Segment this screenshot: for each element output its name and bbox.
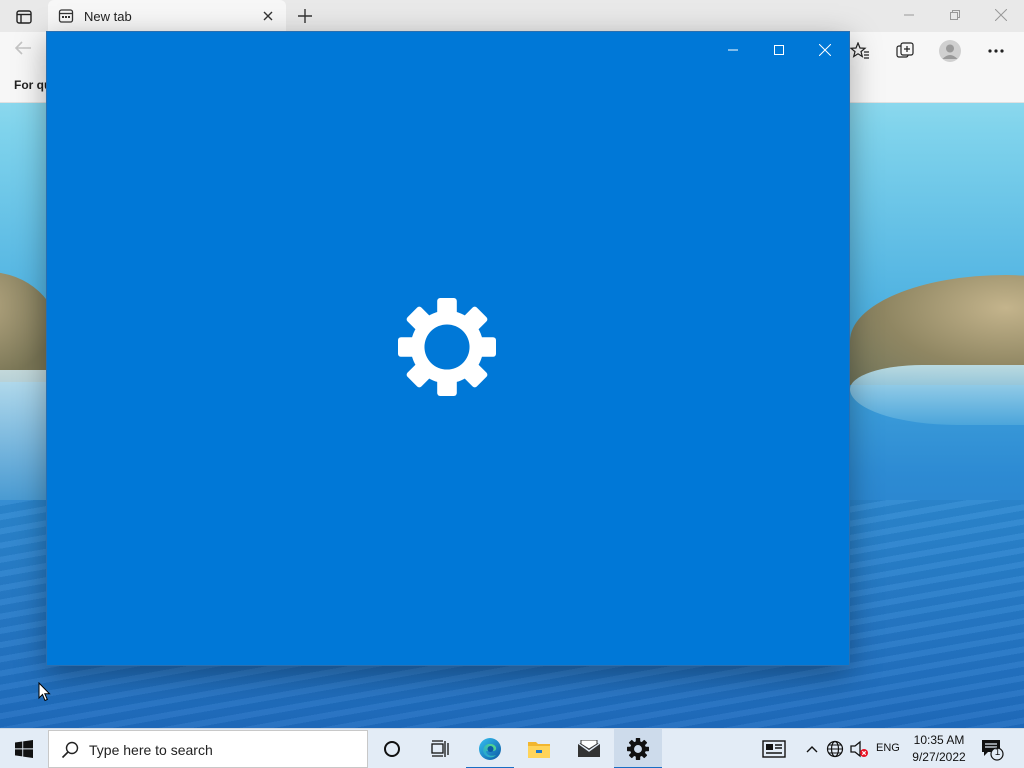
- mouse-cursor-icon: [38, 682, 51, 702]
- browser-minimize-button[interactable]: [886, 0, 932, 30]
- cortana-icon: [384, 741, 400, 757]
- windows-logo-icon: [15, 740, 33, 758]
- settings-icon: [627, 738, 649, 760]
- back-button[interactable]: [14, 40, 40, 62]
- search-icon: [61, 741, 79, 759]
- gear-icon: [398, 298, 496, 396]
- clock-date: 9/27/2022: [912, 750, 966, 764]
- new-tab-page-icon: [58, 9, 74, 23]
- settings-close-button[interactable]: [802, 34, 848, 66]
- tab-actions-icon: [16, 10, 32, 24]
- tab-actions-button[interactable]: [10, 7, 38, 27]
- settings-taskbar-button[interactable]: [614, 729, 662, 768]
- tab-strip: New tab: [0, 0, 1024, 32]
- cortana-button[interactable]: [368, 729, 416, 768]
- globe-icon: [826, 740, 844, 758]
- close-icon: [995, 9, 1007, 21]
- minimize-icon: [728, 49, 738, 51]
- search-placeholder: Type here to search: [89, 742, 213, 758]
- network-button[interactable]: [823, 737, 847, 761]
- browser-restore-button[interactable]: [932, 0, 978, 30]
- more-icon: [988, 49, 1004, 53]
- favorites-icon: [850, 42, 869, 59]
- show-hidden-icons-button[interactable]: [800, 737, 824, 761]
- favorites-button[interactable]: [848, 40, 872, 62]
- chevron-up-icon: [806, 746, 818, 753]
- plus-icon: [298, 9, 312, 23]
- settings-maximize-button[interactable]: [756, 34, 802, 66]
- news-icon: [762, 740, 786, 758]
- tab-close-button[interactable]: [260, 8, 276, 24]
- new-tab-button[interactable]: [292, 4, 318, 28]
- wallpaper-shore-left: [0, 370, 50, 500]
- maximize-icon: [774, 45, 784, 55]
- favorites-bar-text: For qu: [14, 78, 52, 92]
- start-button[interactable]: [0, 729, 48, 768]
- browser-close-button[interactable]: [978, 0, 1024, 30]
- close-icon: [263, 11, 273, 21]
- close-icon: [819, 44, 831, 56]
- profile-button[interactable]: [936, 40, 964, 62]
- settings-and-more-button[interactable]: [984, 40, 1008, 62]
- restore-icon: [950, 10, 960, 20]
- taskbar: Type here to search ENG 10:35 AM 9/27/20…: [0, 728, 1024, 768]
- task-view-button[interactable]: [416, 729, 464, 768]
- clock[interactable]: 10:35 AM 9/27/2022: [906, 732, 972, 766]
- settings-minimize-button[interactable]: [710, 34, 756, 66]
- taskbar-search-box[interactable]: Type here to search: [48, 730, 368, 768]
- edge-taskbar-button[interactable]: [466, 729, 514, 768]
- wallpaper-shore-right: [850, 365, 1024, 425]
- action-center-button[interactable]: 1: [980, 737, 1004, 761]
- arrow-left-icon: [14, 41, 31, 55]
- file-explorer-icon: [528, 742, 550, 758]
- news-and-interests-button[interactable]: [762, 737, 786, 761]
- collections-icon: [896, 42, 914, 58]
- avatar-icon: [939, 40, 961, 62]
- mail-icon: [577, 740, 601, 757]
- tab-new-tab[interactable]: New tab: [48, 0, 286, 32]
- file-explorer-button[interactable]: [515, 729, 563, 768]
- volume-muted-icon: [850, 740, 868, 758]
- minimize-icon: [904, 14, 914, 16]
- tab-title: New tab: [84, 9, 132, 24]
- volume-button[interactable]: [847, 737, 871, 761]
- mail-button[interactable]: [565, 729, 613, 768]
- task-view-icon: [431, 740, 449, 757]
- clock-time: 10:35 AM: [913, 733, 965, 747]
- edge-icon: [479, 738, 501, 760]
- notification-count: 1: [994, 747, 1001, 758]
- collections-button[interactable]: [893, 40, 917, 62]
- input-language-indicator[interactable]: ENG: [876, 742, 900, 754]
- settings-app-window[interactable]: [47, 32, 849, 665]
